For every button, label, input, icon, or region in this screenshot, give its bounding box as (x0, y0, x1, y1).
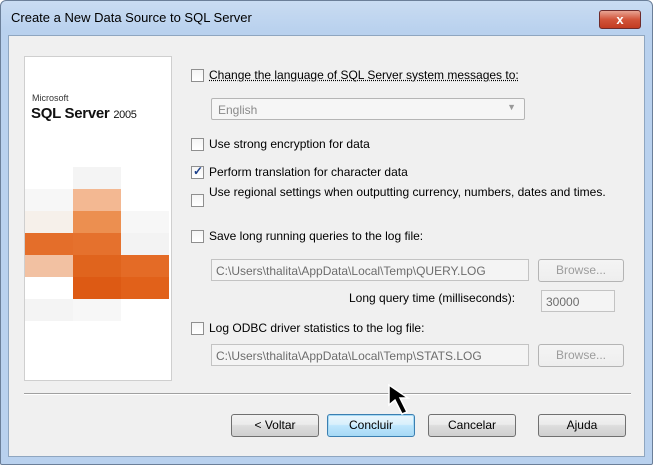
logo-tile (73, 189, 121, 211)
change-language-checkbox[interactable] (191, 69, 204, 82)
long-queries-path-field[interactable]: C:\Users\thalita\AppData\Local\Temp\QUER… (211, 259, 529, 281)
logo-tile (73, 299, 121, 321)
mouse-pointer-icon (388, 383, 411, 415)
long-query-time-field[interactable]: 30000 (541, 290, 615, 312)
logo-tile (121, 255, 169, 277)
logo-tile (73, 233, 121, 255)
sql-server-logo-panel: Microsoft SQL Server 2005 (24, 56, 172, 381)
title-bar: Create a New Data Source to SQL Server x (1, 1, 652, 35)
dialog-content: Microsoft SQL Server 2005 Change the lan… (8, 35, 645, 457)
logo-tile (25, 299, 73, 321)
language-value: English (218, 103, 258, 117)
logo-tile (73, 211, 121, 233)
logo-tile (25, 233, 73, 255)
dialog-window: Create a New Data Source to SQL Server x… (0, 0, 653, 465)
translation-label[interactable]: Perform translation for character data (209, 165, 408, 179)
strong-encryption-label[interactable]: Use strong encryption for data (209, 137, 370, 151)
close-icon: x (616, 12, 624, 27)
close-button[interactable]: x (599, 10, 641, 29)
logo-product: SQL Server 2005 (31, 105, 137, 122)
logo-vendor: Microsoft (32, 93, 69, 103)
strong-encryption-checkbox[interactable] (191, 138, 204, 151)
logo-version: 2005 (113, 109, 137, 121)
separator (24, 393, 631, 395)
check-icon: ✓ (193, 164, 204, 178)
odbc-stats-browse-button[interactable]: Browse... (538, 344, 624, 367)
logo-tile (121, 233, 169, 255)
window-title: Create a New Data Source to SQL Server (11, 10, 252, 25)
long-queries-checkbox[interactable] (191, 230, 204, 243)
logo-tile (25, 255, 73, 277)
change-language-label[interactable]: Change the language of SQL Server system… (209, 68, 519, 82)
odbc-stats-path-field[interactable]: C:\Users\thalita\AppData\Local\Temp\STAT… (211, 344, 529, 366)
long-query-time-label: Long query time (milliseconds): (349, 291, 516, 305)
logo-tile (25, 211, 73, 233)
odbc-stats-label[interactable]: Log ODBC driver statistics to the log fi… (209, 321, 424, 335)
regional-settings-label[interactable]: Use regional settings when outputting cu… (209, 186, 629, 198)
logo-tile (121, 277, 169, 299)
odbc-stats-checkbox[interactable] (191, 322, 204, 335)
chevron-down-icon: ▼ (507, 102, 516, 112)
translation-checkbox[interactable]: ✓ (191, 164, 204, 179)
logo-tile (25, 189, 73, 211)
help-button[interactable]: Ajuda (538, 414, 626, 437)
regional-settings-checkbox[interactable] (191, 194, 204, 207)
logo-product-name: SQL Server (31, 105, 110, 122)
language-dropdown[interactable]: English ▼ (211, 98, 525, 120)
logo-tile (73, 167, 121, 189)
long-queries-label[interactable]: Save long running queries to the log fil… (209, 229, 423, 243)
logo-tile (121, 211, 169, 233)
back-button[interactable]: < Voltar (231, 414, 319, 437)
logo-tile (73, 277, 121, 299)
cancel-button[interactable]: Cancelar (428, 414, 516, 437)
logo-tile (73, 255, 121, 277)
long-queries-browse-button[interactable]: Browse... (538, 259, 624, 282)
